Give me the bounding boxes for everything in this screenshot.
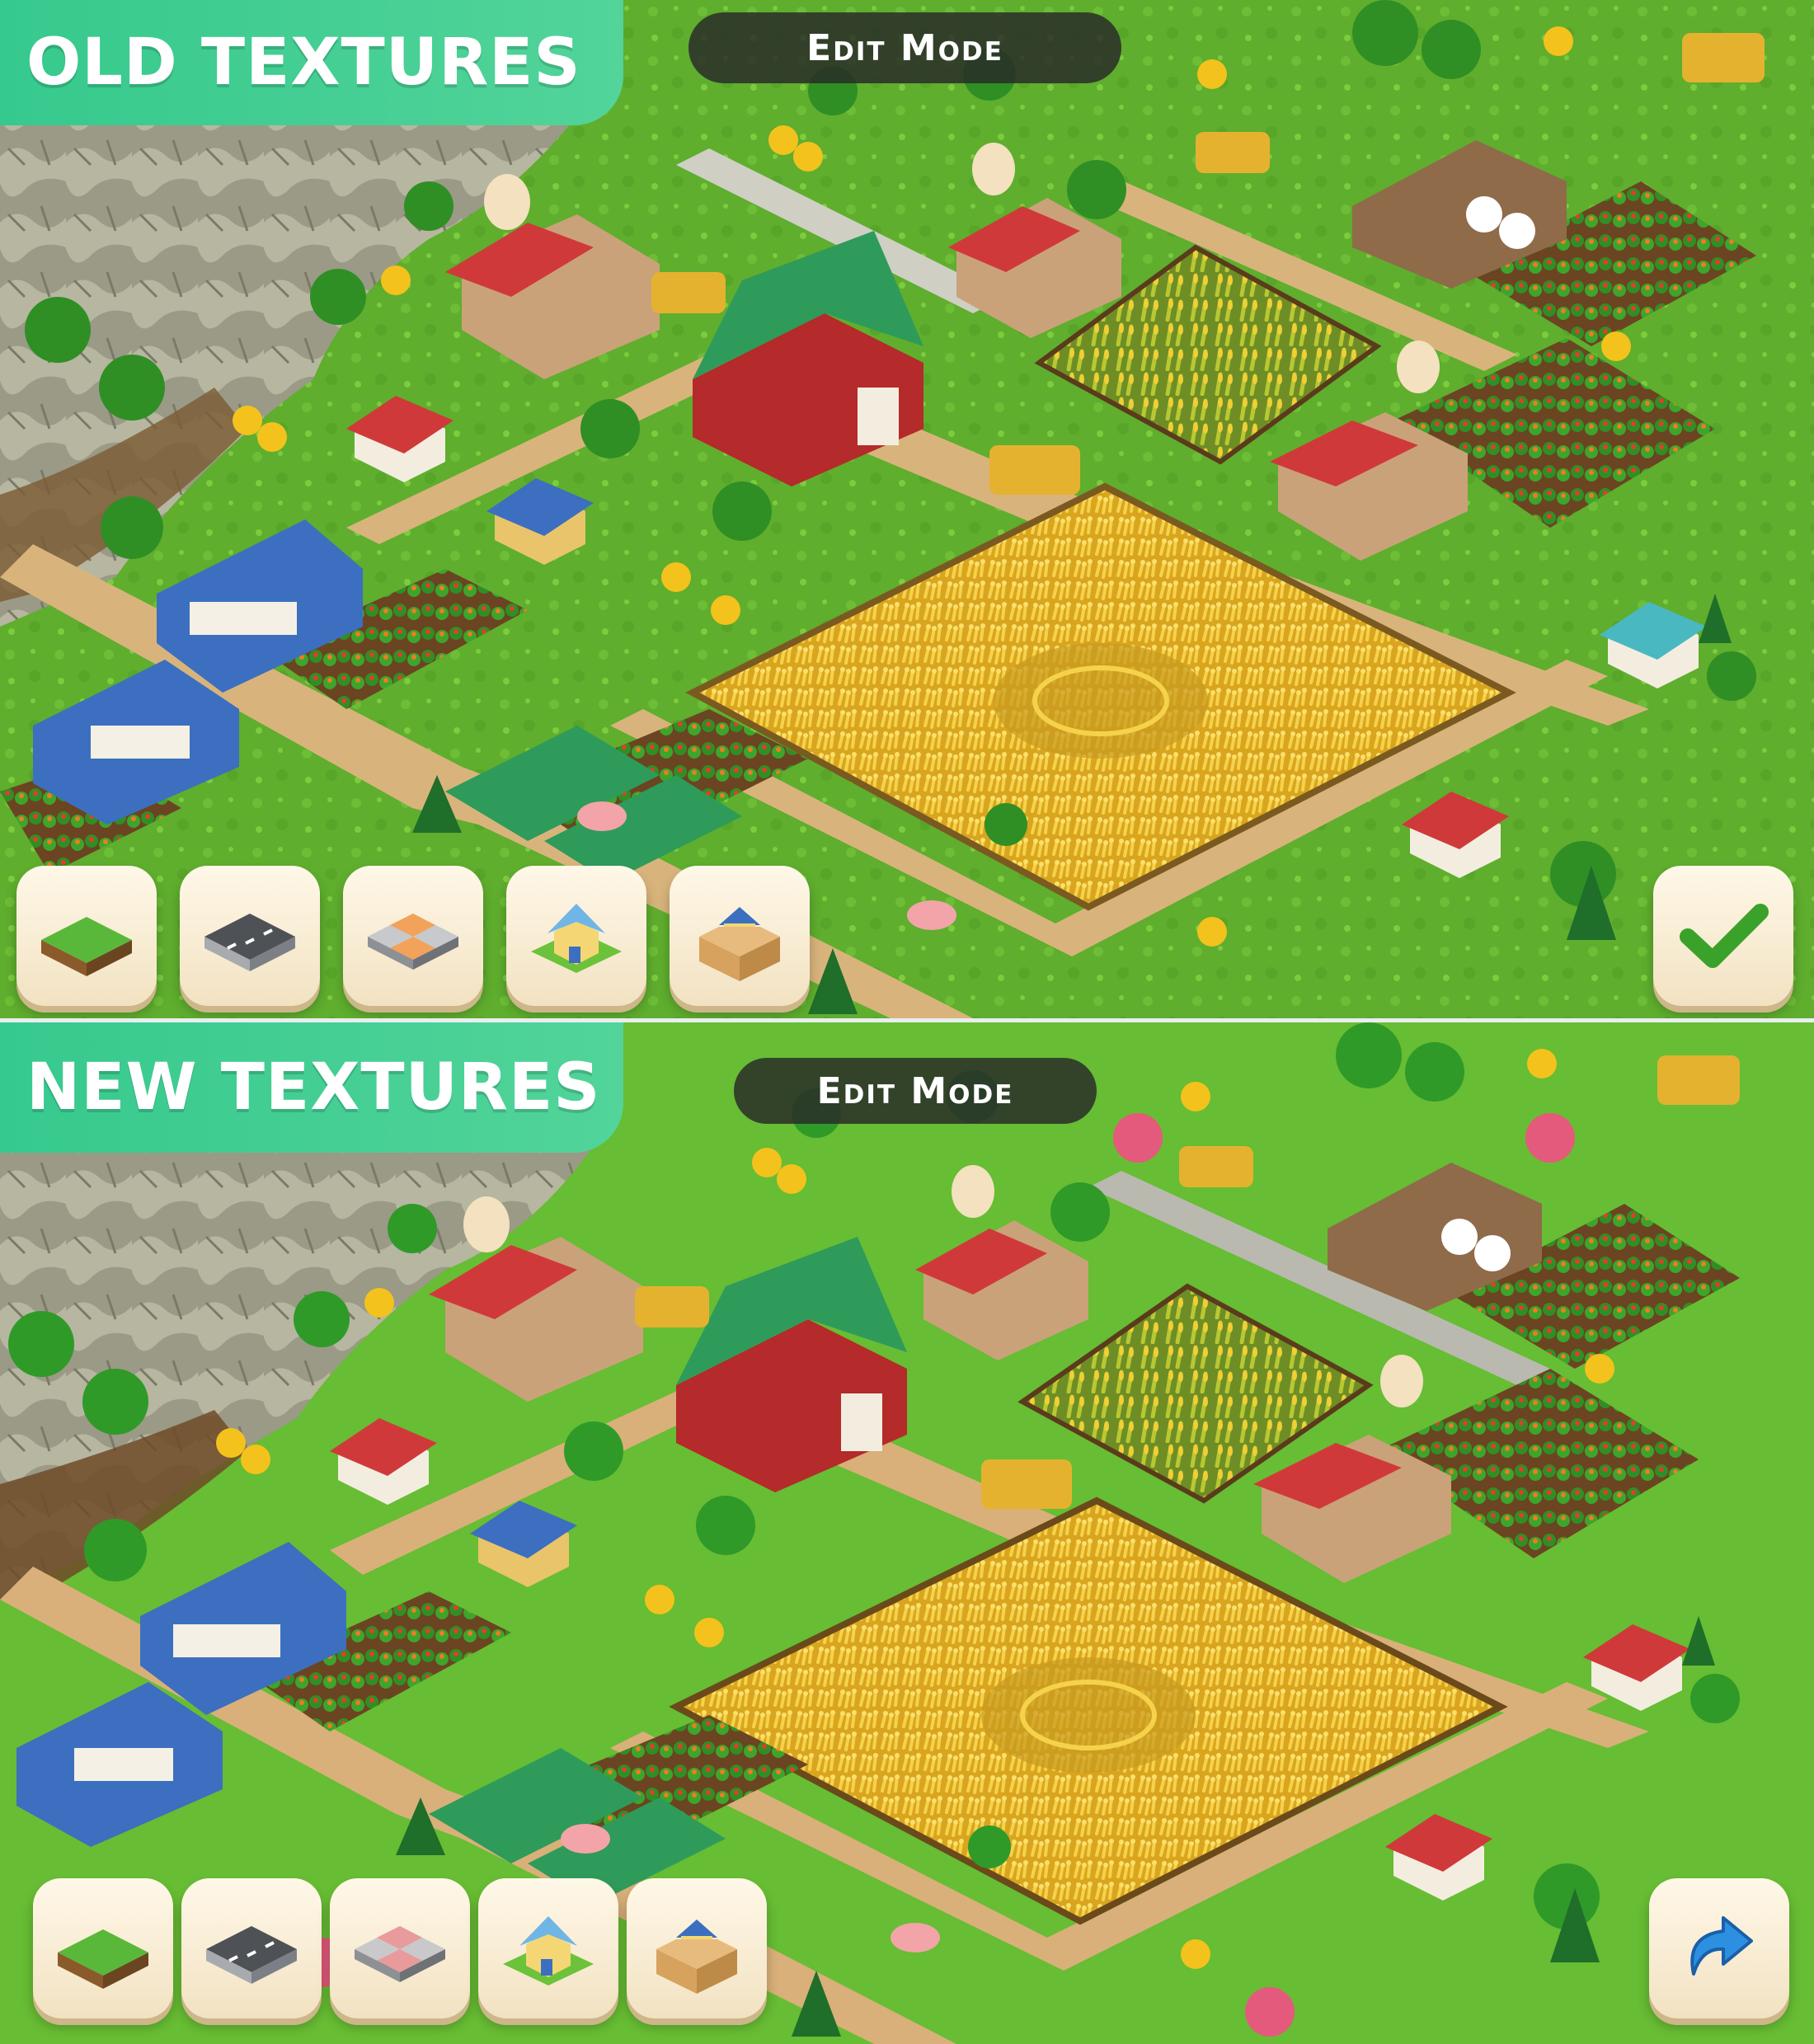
- grass-tile-icon: [41, 917, 132, 976]
- paving-tile-button[interactable]: [330, 1878, 470, 2018]
- edit-mode-indicator: Edit Mode: [688, 12, 1121, 83]
- house-in-box-icon: [656, 1919, 737, 1994]
- house-on-tile-icon: [503, 1916, 594, 1985]
- road-tile-icon: [204, 914, 295, 971]
- road-tile-button[interactable]: [180, 866, 320, 1006]
- place-building-button[interactable]: [478, 1878, 618, 2018]
- edit-mode-indicator: Edit Mode: [734, 1058, 1097, 1124]
- old-textures-panel: OLD TEXTURES Edit Mode: [0, 0, 1814, 1018]
- storage-box-button[interactable]: [670, 866, 810, 1006]
- storage-box-button[interactable]: [627, 1878, 767, 2018]
- grass-tile-button[interactable]: [16, 866, 157, 1006]
- paving-tile-button[interactable]: [343, 866, 483, 1006]
- confirm-button[interactable]: [1653, 866, 1793, 1006]
- checkmark-icon: [1680, 904, 1769, 968]
- road-tile-icon: [206, 1926, 297, 1984]
- grass-tile-button[interactable]: [33, 1878, 173, 2018]
- place-building-button[interactable]: [506, 866, 646, 1006]
- paving-tile-icon: [355, 1926, 445, 1982]
- redo-button[interactable]: [1649, 1878, 1789, 2018]
- house-in-box-icon: [699, 907, 780, 981]
- panel-label-banner: OLD TEXTURES: [0, 0, 623, 125]
- panel-label-banner: NEW TEXTURES: [0, 1022, 623, 1153]
- paving-tile-icon: [368, 914, 458, 970]
- redo-arrow-icon: [1690, 1916, 1753, 1976]
- grass-tile-icon: [58, 1929, 148, 1989]
- panel-label: NEW TEXTURES: [26, 1050, 601, 1125]
- house-on-tile-icon: [531, 904, 622, 973]
- new-textures-panel: NEW TEXTURES Edit Mode: [0, 1022, 1814, 2044]
- road-tile-button[interactable]: [181, 1878, 322, 2018]
- panel-label: OLD TEXTURES: [26, 26, 581, 100]
